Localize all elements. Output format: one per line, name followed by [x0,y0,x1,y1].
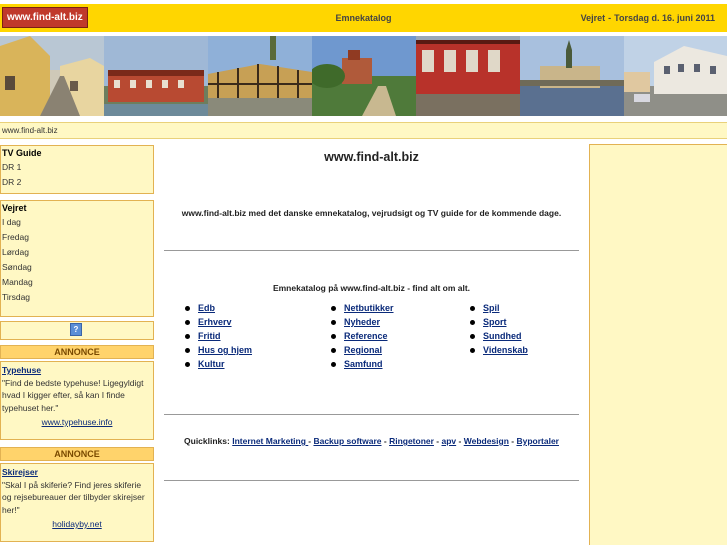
tv-guide-box: TV Guide DR 1 DR 2 [0,145,154,194]
category-link-edb[interactable]: Edb [198,303,215,313]
bullet-icon [470,306,475,312]
bullet-icon [185,362,190,368]
category-list-1: Edb Erhverv Fritid Hus og hjem Kultur [185,301,252,371]
category-item: Sport [470,315,528,329]
category-link-nyheder[interactable]: Nyheder [344,317,380,327]
category-link-regional[interactable]: Regional [344,345,382,355]
category-link-samfund[interactable]: Samfund [344,359,383,369]
category-item: Sundhed [470,329,528,343]
tv-guide-item-dr2[interactable]: DR 2 [1,175,153,190]
category-item: Videnskab [470,343,528,357]
category-item: Edb [185,301,252,315]
category-item: Erhverv [185,315,252,329]
bullet-icon [470,320,475,326]
category-list-2: Netbutikker Nyheder Reference Regional S… [331,301,394,371]
photo-castle-ruin [312,36,416,116]
current-date: Torsdag d. 16. juni 2011 [614,13,715,23]
divider [164,250,579,251]
category-item: Netbutikker [331,301,394,315]
divider [164,480,579,481]
ad-text: "Skal I på skiferie? Find jeres skiferie… [2,479,145,515]
photo-red-building [416,36,520,116]
category-link-spil[interactable]: Spil [483,303,500,313]
category-link-sport[interactable]: Sport [483,317,507,327]
bullet-icon [470,334,475,340]
ad-link[interactable]: www.typehuse.info [2,416,152,429]
photo-village-street [0,36,104,116]
divider [164,414,579,415]
tv-guide-item-dr1[interactable]: DR 1 [1,160,153,175]
bullet-icon [331,306,336,312]
bullet-icon [331,334,336,340]
category-link-hus-og-hjem[interactable]: Hus og hjem [198,345,252,355]
ad-title[interactable]: Typehuse [2,364,152,377]
weather-item-tuesday[interactable]: Tirsdag [1,290,153,305]
category-item: Samfund [331,357,394,371]
category-item: Reference [331,329,394,343]
category-item: Fritid [185,329,252,343]
bullet-icon [331,320,336,326]
bullet-icon [331,362,336,368]
ad-text: "Find de bedste typehuse! Ligegyldigt hv… [2,377,144,413]
help-icon[interactable]: ? [70,323,82,336]
quicklink-backup-software[interactable]: Backup software [313,436,381,446]
ad-link[interactable]: holidayby.net [2,518,152,531]
category-link-kultur[interactable]: Kultur [198,359,225,369]
intro-text: www.find-alt.biz med det danske emnekata… [181,208,562,218]
weather-heading: Vejret [2,203,27,213]
quicklink-webdesign[interactable]: Webdesign [464,436,509,446]
category-item: Nyheder [331,315,394,329]
photo-town-street [624,36,727,116]
right-sidebar [589,144,727,545]
quicklinks-label: Quicklinks: [184,436,230,446]
category-item: Kultur [185,357,252,371]
weather-item-monday[interactable]: Mandag [1,275,153,290]
ad-heading: ANNONCE [0,345,154,359]
top-bar: www.find-alt.biz Emnekatalog Vejret - Tors… [0,4,727,32]
category-item: Regional [331,343,394,357]
weather-label[interactable]: Vejret [581,13,606,23]
category-link-videnskab[interactable]: Videnskab [483,345,528,355]
quicklink-ringetoner[interactable]: Ringetoner [389,436,434,446]
main-content: www.find-alt.biz www.find-alt.biz med de… [160,144,583,545]
category-link-erhverv[interactable]: Erhverv [198,317,232,327]
category-link-netbutikker[interactable]: Netbutikker [344,303,394,313]
tv-guide-heading: TV Guide [2,148,42,158]
quicklinks: Quicklinks: Internet Marketing - Backup … [184,436,559,446]
photo-half-timbered-houses [208,36,312,116]
page-title: www.find-alt.biz [324,150,419,164]
bullet-icon [185,320,190,326]
ad-title[interactable]: Skirejser [2,466,152,479]
bullet-icon [185,348,190,354]
weather-item-sunday[interactable]: Søndag [1,260,153,275]
category-item: Spil [470,301,528,315]
weather-box: Vejret I dag Fredag Lørdag Søndag Mandag… [0,200,154,317]
category-link-sundhed[interactable]: Sundhed [483,331,522,341]
quicklink-apv[interactable]: apv [442,436,457,446]
category-link-reference[interactable]: Reference [344,331,388,341]
ad-skirejser: Skirejser "Skal I på skiferie? Find jere… [0,463,154,542]
catalog-heading: Emnekatalog på www.find-alt.biz - find a… [272,283,471,293]
category-list-3: Spil Sport Sundhed Videnskab [470,301,528,357]
weather-item-today[interactable]: I dag [1,215,153,230]
quicklink-byportaler[interactable]: Byportaler [516,436,559,446]
photo-strip [0,36,727,116]
quicklink-internet-marketing[interactable]: Internet Marketing [232,436,308,446]
category-item: Hus og hjem [185,343,252,357]
weather-date: Vejret - Torsdag d. 16. juni 2011 [580,13,715,23]
bullet-icon [331,348,336,354]
photo-harbour-castle [520,36,624,116]
ad-typehuse: Typehuse "Find de bedste typehuse! Ligeg… [0,361,154,440]
category-link-fritid[interactable]: Fritid [198,331,221,341]
bullet-icon [185,306,190,312]
ad-heading: ANNONCE [0,447,154,461]
bullet-icon [185,334,190,340]
weather-item-friday[interactable]: Fredag [1,230,153,245]
weather-item-saturday[interactable]: Lørdag [1,245,153,260]
photo-old-factory [104,36,208,116]
bullet-icon [470,348,475,354]
breadcrumb[interactable]: www.find-alt.biz [0,122,727,139]
